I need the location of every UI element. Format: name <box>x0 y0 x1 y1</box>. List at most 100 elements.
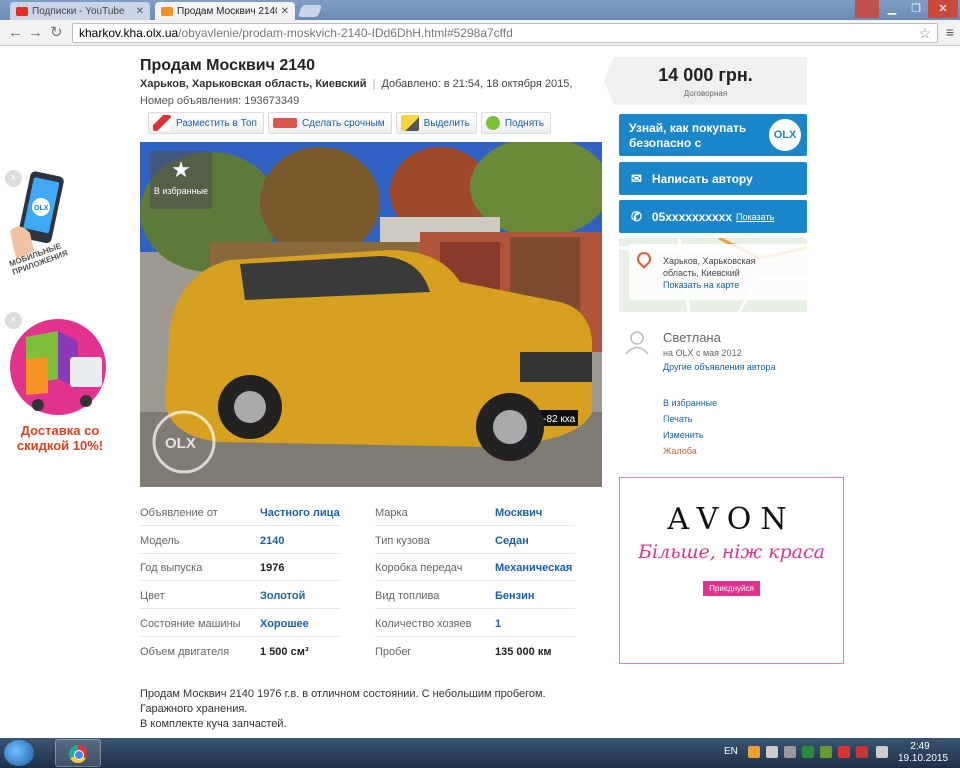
map-address: Харьков, Харьковская область, Киевский <box>663 256 756 278</box>
detail-label: Объявление от <box>140 507 218 519</box>
tray-flag-icon[interactable] <box>748 746 760 758</box>
avon-ad[interactable]: AVON Більше, ніж краса Приєднуйся <box>619 477 844 664</box>
delivery-ad-icon[interactable] <box>8 317 108 417</box>
detail-value[interactable]: Москвич <box>495 507 542 519</box>
highlight-button[interactable]: Выделить <box>395 112 477 134</box>
url-path: /obyavlenie/prodam-moskvich-2140-IDd6DhH… <box>178 26 513 40</box>
tray-nvidia-icon[interactable] <box>820 746 832 758</box>
urgent-badge-icon <box>272 118 297 128</box>
tab-title: Продам Москвич 2140: 1 <box>177 5 277 17</box>
olx-logo-icon: OLX <box>769 119 801 151</box>
location-line: Харьков, Харьковская область, Киевский | Д… <box>140 78 573 90</box>
detail-value[interactable]: Механическая <box>495 562 572 574</box>
detail-divider <box>140 580 340 582</box>
detail-value: 1976 <box>260 562 285 575</box>
report-link[interactable]: Жалоба <box>663 443 717 459</box>
back-icon[interactable]: ← <box>8 24 23 42</box>
window-close-icon[interactable]: ✕ <box>928 0 958 18</box>
detail-value[interactable]: Частного лица <box>260 507 340 519</box>
detail-value[interactable]: Золотой <box>260 590 305 602</box>
location-link[interactable]: Харьков, Харьковская область, Киевский <box>140 78 367 90</box>
detail-divider <box>375 525 575 526</box>
close-icon[interactable]: ✕ <box>281 6 289 17</box>
detail-value: 135 000 км <box>495 645 552 658</box>
reload-icon[interactable]: ↻ <box>50 24 63 42</box>
language-indicator[interactable]: EN <box>724 746 738 757</box>
tray-device-icon[interactable] <box>784 746 796 758</box>
detail-label: Состояние машины <box>140 617 241 630</box>
extension-icon[interactable] <box>855 0 879 18</box>
svg-text:OLX: OLX <box>34 205 49 212</box>
detail-divider <box>140 608 340 610</box>
tab-olx[interactable]: Продам Москвич 2140: 1 ✕ <box>155 2 295 20</box>
detail-value[interactable]: Седан <box>495 535 529 547</box>
show-on-map-link[interactable]: Показать на карте <box>663 280 739 290</box>
author-since: на OLX с мая 2012 <box>663 348 742 358</box>
address-bar[interactable]: kharkov.kha.olx.ua/obyavlenie/prodam-mos… <box>72 23 938 43</box>
forward-icon[interactable]: → <box>28 24 43 42</box>
detail-divider <box>375 608 575 610</box>
edit-link[interactable]: Изменить <box>663 427 717 443</box>
detail-label: Марка <box>375 507 408 519</box>
price-note: Договорная <box>683 89 728 98</box>
rocket-icon <box>153 115 171 131</box>
detail-label: Коробка передач <box>375 562 463 575</box>
tab-youtube[interactable]: Подписки - YouTube ✕ <box>10 2 150 20</box>
bookmark-star-icon[interactable]: ☆ <box>918 25 931 42</box>
avon-logo: AVON <box>667 502 796 537</box>
tray-volume-icon[interactable] <box>876 746 888 758</box>
delivery-ad-text[interactable]: Доставка со скидкой 10%! <box>0 423 120 453</box>
promo-actions: Разместить в Топ Сделать срочным Выделит… <box>148 112 551 134</box>
author-name: Светлана <box>663 330 721 345</box>
top-button-label: Разместить в Топ <box>176 117 257 129</box>
tray-network-icon[interactable] <box>766 746 778 758</box>
detail-divider <box>375 552 575 554</box>
avon-join-button[interactable]: Приєднуйся <box>703 581 760 596</box>
safe-buy-banner[interactable]: Узнай, как покупать безопасно с OLX <box>619 114 807 156</box>
maximize-icon[interactable]: ❐ <box>904 0 928 18</box>
author-other-ads-link[interactable]: Другие объявления автора <box>663 362 776 372</box>
phone-button[interactable]: ✆ 05xxxxxxxxxx Показать <box>619 200 807 233</box>
write-author-label: Написать автору <box>651 171 753 186</box>
browser-toolbar: ← → ↻ kharkov.kha.olx.ua/obyavlenie/prod… <box>0 20 960 46</box>
favorites-label: В избранные <box>153 186 209 196</box>
safe-buy-text: Узнай, как покупать безопасно с <box>629 121 747 150</box>
detail-value[interactable]: Бензин <box>495 590 535 602</box>
url-host: kharkov.kha.olx.ua <box>79 26 179 40</box>
marker-icon <box>400 115 419 131</box>
page-content: × OLX МОБИЛЬНЫЕ ПРИЛОЖЕНИЯ × Доставка со… <box>0 47 960 738</box>
detail-value: 1 500 см³ <box>260 645 309 658</box>
bump-button[interactable]: Поднять <box>480 112 551 134</box>
new-tab-button[interactable] <box>297 5 323 17</box>
detail-divider <box>140 552 340 554</box>
print-link[interactable]: Печать <box>663 411 717 427</box>
detail-value[interactable]: 2140 <box>260 535 284 547</box>
show-phone-link[interactable]: Показать <box>736 212 774 222</box>
tray-red-icon[interactable] <box>838 746 850 758</box>
windows-taskbar: EN 2:49 19.10.2015 <box>0 738 960 768</box>
clock[interactable]: 2:49 19.10.2015 <box>898 741 948 765</box>
detail-value[interactable]: Хорошее <box>260 618 309 630</box>
top-button[interactable]: Разместить в Топ <box>148 112 264 134</box>
chrome-taskbar-button[interactable] <box>55 739 101 767</box>
minimize-icon[interactable]: ▁ <box>880 0 904 18</box>
ad-number: Номер объявления: 193673349 <box>140 95 300 107</box>
tray-green-icon[interactable] <box>802 746 814 758</box>
map-preview[interactable]: Харьков, Харьковская область, Киевский П… <box>619 238 807 312</box>
detail-value[interactable]: 1 <box>495 618 501 630</box>
menu-icon[interactable]: ≡ <box>946 24 954 40</box>
detail-label: Объем двигателя <box>140 645 230 658</box>
close-icon[interactable]: ✕ <box>136 6 144 17</box>
tray-adobe-icon[interactable] <box>856 746 868 758</box>
detail-label: Год выпуска <box>140 562 203 575</box>
bump-button-label: Поднять <box>504 117 544 129</box>
write-author-button[interactable]: ✉ Написать автору <box>619 162 807 195</box>
youtube-icon <box>16 6 28 16</box>
olx-favicon-icon <box>161 6 173 16</box>
urgent-button[interactable]: Сделать срочным <box>267 112 392 134</box>
phone-number: 05xxxxxxxxxx <box>651 209 732 224</box>
add-to-favorites-button[interactable]: ★ В избранные <box>150 151 212 209</box>
start-button-icon[interactable] <box>4 740 34 766</box>
detail-label: Цвет <box>140 590 165 603</box>
favorites-link[interactable]: В избранные <box>663 395 717 411</box>
